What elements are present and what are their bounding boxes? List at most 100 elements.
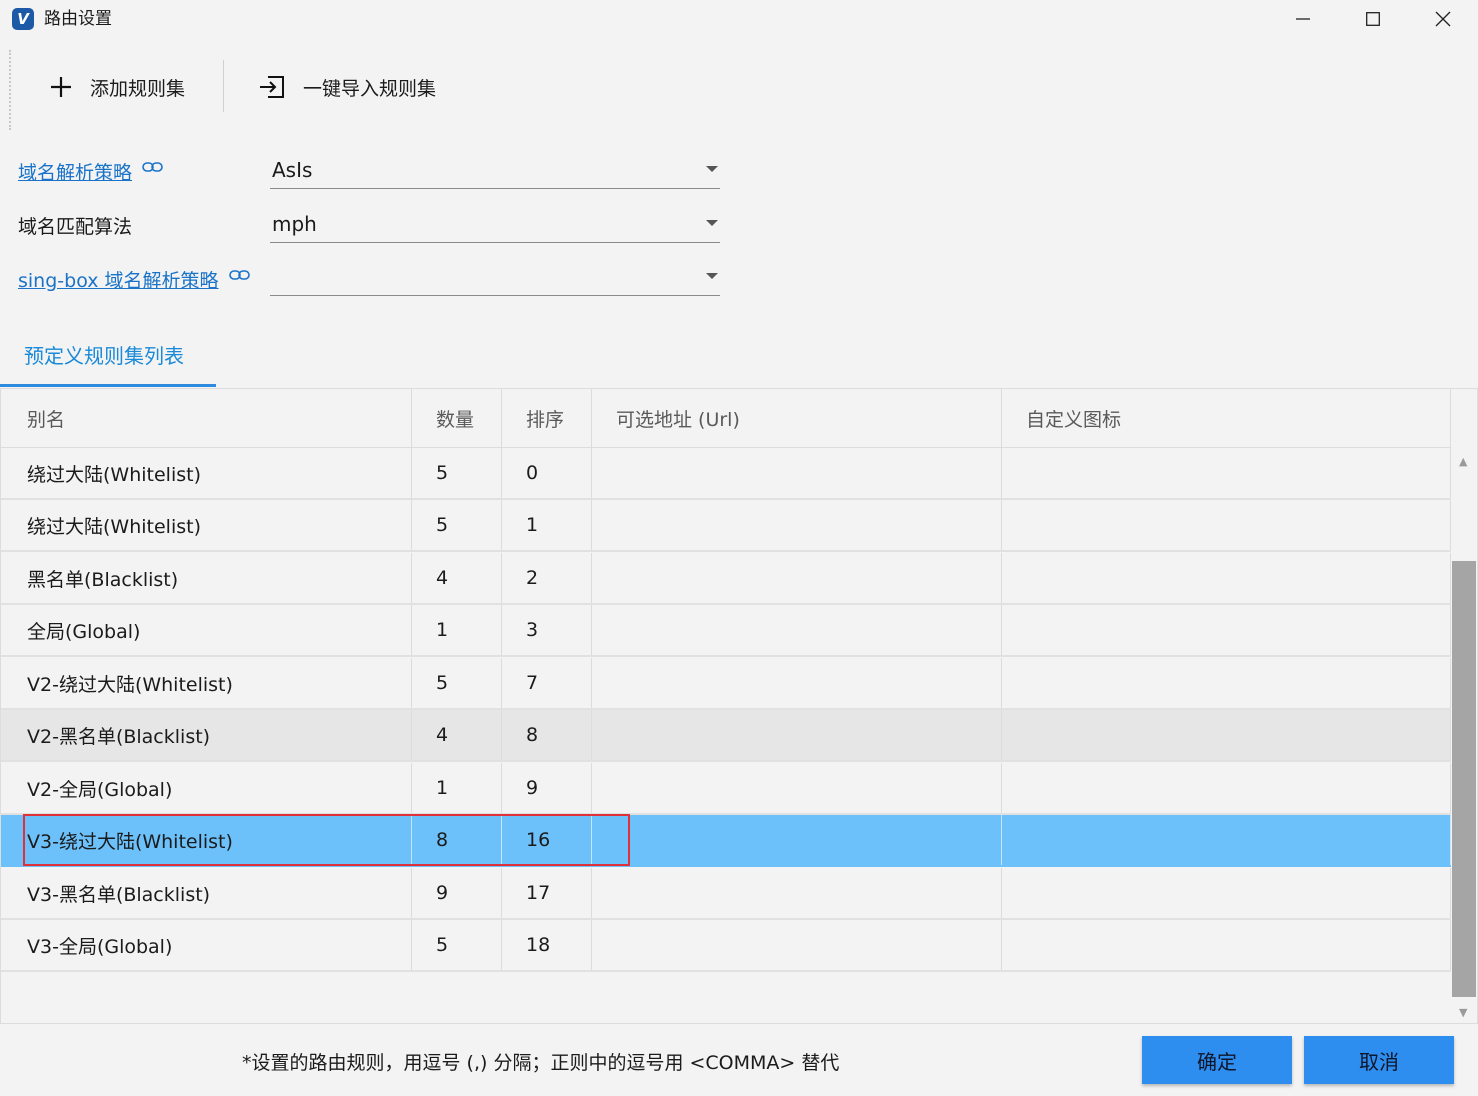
- cell-count: 5: [412, 658, 502, 708]
- add-ruleset-button[interactable]: 添加规则集: [50, 64, 185, 110]
- cell-icon: [1002, 710, 1451, 760]
- plus-icon: [51, 77, 71, 97]
- dropdown-arrow-icon: [706, 273, 718, 279]
- table-row[interactable]: V3-全局(Global) 5 18: [1, 920, 1451, 972]
- cell-count: 4: [412, 710, 502, 760]
- scrollbar-thumb[interactable]: [1452, 561, 1476, 997]
- table-row-selected[interactable]: V3-绕过大陆(Whitelist) 8 16: [1, 815, 1451, 867]
- cancel-button[interactable]: 取消: [1304, 1036, 1454, 1084]
- domain-strategy-select[interactable]: AsIs: [270, 152, 720, 189]
- dropdown-arrow-icon: [706, 166, 718, 172]
- routing-rule-hint: *设置的路由规则，用逗号 (,) 分隔；正则中的逗号用 <COMMA> 替代: [242, 1052, 840, 1074]
- cell-count: 5: [412, 448, 502, 498]
- cell-url: [592, 605, 1002, 655]
- cell-icon: [1002, 605, 1451, 655]
- maximize-icon: [1366, 12, 1380, 26]
- singbox-strategy-link[interactable]: sing-box 域名解析策略: [18, 266, 251, 293]
- column-header-alias[interactable]: 别名: [1, 389, 412, 447]
- cell-alias: V2-全局(Global): [1, 763, 412, 813]
- cell-count: 5: [412, 920, 502, 970]
- window-title: 路由设置: [44, 9, 112, 29]
- cell-count: 5: [412, 500, 502, 550]
- cell-url: [592, 658, 1002, 708]
- cell-order: 3: [502, 605, 592, 655]
- cell-alias: V3-全局(Global): [1, 920, 412, 970]
- cell-order: 9: [502, 763, 592, 813]
- domain-strategy-link[interactable]: 域名解析策略: [18, 158, 164, 185]
- singbox-strategy-label: sing-box 域名解析策略: [18, 270, 219, 292]
- column-header-custom-icon[interactable]: 自定义图标: [1002, 389, 1451, 447]
- link-icon: [228, 270, 250, 280]
- cell-alias: V2-黑名单(Blacklist): [1, 710, 412, 760]
- ruleset-table: 别名 数量 排序 可选地址 (Url) 自定义图标 绕过大陆(Whitelist…: [0, 388, 1478, 1024]
- domain-strategy-value: AsIs: [272, 158, 313, 182]
- close-button[interactable]: [1408, 0, 1478, 38]
- tab-label: 预定义规则集列表: [24, 344, 184, 368]
- table-row[interactable]: V2-绕过大陆(Whitelist) 5 7: [1, 658, 1451, 710]
- column-header-order[interactable]: 排序: [502, 389, 592, 447]
- cell-url: [592, 920, 1002, 970]
- cell-alias: V3-绕过大陆(Whitelist): [1, 815, 412, 865]
- domain-matcher-label: 域名匹配算法: [18, 216, 133, 238]
- ok-button[interactable]: 确定: [1142, 1036, 1292, 1084]
- maximize-button[interactable]: [1338, 0, 1408, 38]
- cell-order: 2: [502, 553, 592, 603]
- column-header-url[interactable]: 可选地址 (Url): [592, 389, 1002, 447]
- cell-url: [592, 710, 1002, 760]
- vertical-scrollbar[interactable]: ▲ ▼: [1452, 447, 1476, 1023]
- cell-icon: [1002, 815, 1451, 865]
- cell-order: 7: [502, 658, 592, 708]
- cell-order: 18: [502, 920, 592, 970]
- cell-order: 0: [502, 448, 592, 498]
- cell-url: [592, 763, 1002, 813]
- cell-order: 8: [502, 710, 592, 760]
- domain-matcher-select[interactable]: mph: [270, 206, 720, 243]
- scroll-down-arrow-icon[interactable]: ▼: [1459, 1006, 1467, 1019]
- cell-icon: [1002, 763, 1451, 813]
- tab-predefined-rulesets[interactable]: 预定义规则集列表: [0, 328, 216, 387]
- cell-alias: 全局(Global): [1, 605, 412, 655]
- cell-order: 16: [502, 815, 592, 865]
- cell-count: 4: [412, 553, 502, 603]
- column-header-count[interactable]: 数量: [412, 389, 502, 447]
- link-icon: [142, 162, 163, 172]
- domain-strategy-label: 域名解析策略: [18, 162, 133, 184]
- table-row[interactable]: V2-黑名单(Blacklist) 4 8: [1, 710, 1451, 762]
- table-row[interactable]: 黑名单(Blacklist) 4 2: [1, 553, 1451, 605]
- dropdown-arrow-icon: [706, 220, 718, 226]
- cell-icon: [1002, 658, 1451, 708]
- cell-url: [592, 448, 1002, 498]
- table-row[interactable]: 绕过大陆(Whitelist) 5 0: [1, 448, 1451, 500]
- scroll-up-arrow-icon[interactable]: ▲: [1459, 455, 1467, 468]
- table-row[interactable]: V2-全局(Global) 1 9: [1, 763, 1451, 815]
- cell-alias: V2-绕过大陆(Whitelist): [1, 658, 412, 708]
- cell-url: [592, 500, 1002, 550]
- import-ruleset-label: 一键导入规则集: [303, 77, 437, 100]
- cell-url: [592, 815, 1002, 865]
- toolbar-grip[interactable]: [9, 50, 11, 130]
- cell-alias: 绕过大陆(Whitelist): [1, 500, 412, 550]
- cell-icon: [1002, 500, 1451, 550]
- cell-count: 9: [412, 868, 502, 918]
- cell-alias: 黑名单(Blacklist): [1, 553, 412, 603]
- table-row[interactable]: 全局(Global) 1 3: [1, 605, 1451, 657]
- cell-icon: [1002, 553, 1451, 603]
- table-row[interactable]: 绕过大陆(Whitelist) 5 1: [1, 500, 1451, 552]
- add-ruleset-label: 添加规则集: [90, 77, 186, 100]
- minimize-icon: [1296, 18, 1310, 20]
- title-bar: V 路由设置: [0, 0, 1478, 40]
- toolbar: 添加规则集 一键导入规则集: [0, 44, 1478, 132]
- cell-count: 1: [412, 763, 502, 813]
- import-ruleset-button[interactable]: 一键导入规则集: [259, 64, 436, 110]
- table-row[interactable]: V3-黑名单(Blacklist) 9 17: [1, 868, 1451, 920]
- app-icon: V: [12, 8, 34, 30]
- cell-count: 1: [412, 605, 502, 655]
- cell-order: 17: [502, 868, 592, 918]
- cell-count: 8: [412, 815, 502, 865]
- minimize-button[interactable]: [1268, 0, 1338, 38]
- toolbar-separator: [223, 60, 224, 112]
- cell-icon: [1002, 448, 1451, 498]
- singbox-strategy-select[interactable]: [270, 259, 720, 296]
- cell-url: [592, 553, 1002, 603]
- import-icon: [260, 76, 284, 98]
